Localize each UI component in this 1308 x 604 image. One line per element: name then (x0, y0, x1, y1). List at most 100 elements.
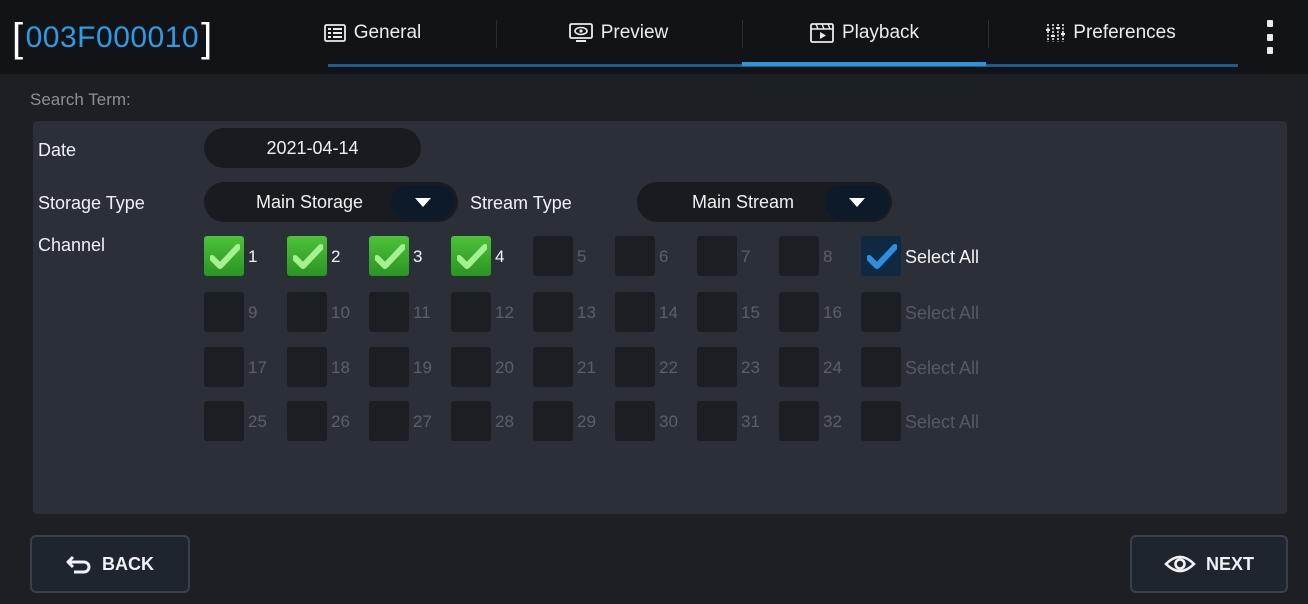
storage-type-value: Main Storage (255, 191, 364, 212)
select-all-label: Select All (905, 303, 980, 323)
channel-number: 22 (659, 358, 678, 377)
tab-playback[interactable]: Playback (742, 0, 987, 66)
tab-general-label: General (353, 22, 422, 43)
channel-checkbox (615, 236, 655, 276)
select-all-checkbox (861, 347, 901, 387)
device-id-bracket-open: [ (12, 16, 24, 60)
next-button-label: NEXT (1205, 553, 1254, 574)
next-button[interactable]: NEXT (1130, 535, 1288, 593)
channel-checkbox (287, 347, 327, 387)
channel-number: 18 (331, 358, 350, 377)
channel-checkbox (451, 401, 491, 441)
channel-label: Channel (38, 235, 106, 255)
monitor-eye-icon (568, 23, 593, 43)
channel-checkbox (204, 292, 244, 332)
channel-number: 5 (577, 247, 587, 266)
channel-number: 25 (248, 412, 267, 431)
channel-checkbox (779, 401, 819, 441)
channel-checkbox (615, 347, 655, 387)
channel-checkbox (779, 292, 819, 332)
channel-number: 15 (741, 303, 760, 322)
channel-checkbox (451, 347, 491, 387)
channel-checkbox (779, 236, 819, 276)
channel-checkbox (287, 292, 327, 332)
stream-type-select[interactable]: Main Stream (637, 182, 892, 222)
tab-preferences-label: Preferences (1073, 22, 1176, 43)
channel-number: 20 (495, 358, 514, 377)
search-panel: Date 2021-04-14 Storage Type Main Storag… (33, 121, 1287, 514)
channel-checkbox (204, 347, 244, 387)
select-all-checkbox (861, 401, 901, 441)
channel-number: 12 (495, 303, 514, 322)
date-label: Date (38, 140, 77, 160)
date-value: 2021-04-14 (266, 137, 359, 158)
channel-number: 1 (248, 247, 258, 266)
channel-checkbox (779, 347, 819, 387)
channel-number: 27 (413, 412, 432, 431)
channel-number: 9 (248, 303, 258, 322)
storage-type-dropdown-button[interactable] (391, 185, 455, 219)
channel-checkbox (697, 236, 737, 276)
tab-preview[interactable]: Preview (496, 0, 741, 66)
more-menu-icon[interactable] (1260, 20, 1280, 54)
date-field[interactable]: 2021-04-14 (204, 128, 421, 168)
back-button-label: BACK (102, 553, 154, 574)
channel-number: 11 (413, 303, 431, 322)
channel-checkbox (369, 347, 409, 387)
channel-checkbox[interactable] (287, 236, 327, 276)
channel-checkbox[interactable] (369, 236, 409, 276)
device-id-text: 003F000010 (25, 21, 200, 54)
channel-number: 29 (577, 412, 596, 431)
tab-general[interactable]: General (250, 0, 495, 66)
channel-checkbox[interactable] (451, 236, 491, 276)
select-all-label: Select All (905, 247, 980, 267)
channel-number: 16 (823, 303, 842, 322)
back-arrow-icon (66, 554, 92, 574)
tab-playback-label: Playback (841, 22, 920, 43)
storage-type-select[interactable]: Main Storage (204, 182, 458, 222)
channel-number: 6 (659, 247, 669, 266)
channel-checkbox (697, 401, 737, 441)
channel-number: 31 (741, 412, 760, 431)
channel-number: 7 (741, 247, 751, 266)
channel-checkbox (697, 347, 737, 387)
channel-number: 10 (331, 303, 350, 322)
eye-icon (1164, 554, 1196, 574)
select-all-checkbox[interactable] (861, 236, 901, 276)
channel-checkbox (533, 292, 573, 332)
channel-number: 30 (659, 412, 678, 431)
channel-number: 23 (741, 358, 760, 377)
channel-checkbox (287, 401, 327, 441)
back-button[interactable]: BACK (30, 535, 190, 593)
select-all-label: Select All (905, 412, 980, 432)
channel-number: 8 (823, 247, 833, 266)
grid-list-icon (323, 24, 346, 42)
stream-type-dropdown-button[interactable] (825, 185, 889, 219)
search-term-heading: Search Term: (30, 90, 131, 109)
channel-checkbox (369, 401, 409, 441)
channel-number: 3 (413, 247, 423, 266)
channel-checkbox (369, 292, 409, 332)
channel-checkbox[interactable] (204, 236, 244, 276)
channel-number: 32 (823, 412, 842, 431)
top-bar: [ 003F000010 ] General Preview Playback (0, 0, 1308, 74)
stream-type-value: Main Stream (691, 191, 795, 212)
channel-checkbox (697, 292, 737, 332)
device-id: [ 003F000010 ] (12, 14, 213, 62)
channel-number: 28 (495, 412, 514, 431)
channel-checkbox (533, 236, 573, 276)
channel-number: 17 (248, 358, 267, 377)
channel-checkbox (204, 401, 244, 441)
tab-bar: General Preview Playback Preferences (250, 0, 1240, 74)
tab-preferences[interactable]: Preferences (988, 0, 1233, 66)
channel-number: 19 (413, 358, 432, 377)
channel-number: 2 (331, 247, 341, 266)
channel-checkbox (615, 401, 655, 441)
channel-number: 14 (659, 303, 678, 322)
channel-checkbox (533, 401, 573, 441)
chevron-down-icon (415, 197, 431, 207)
chevron-down-icon (849, 197, 865, 207)
device-id-bracket-close: ] (201, 16, 213, 60)
channel-checkbox (451, 292, 491, 332)
channel-number: 13 (577, 303, 596, 322)
